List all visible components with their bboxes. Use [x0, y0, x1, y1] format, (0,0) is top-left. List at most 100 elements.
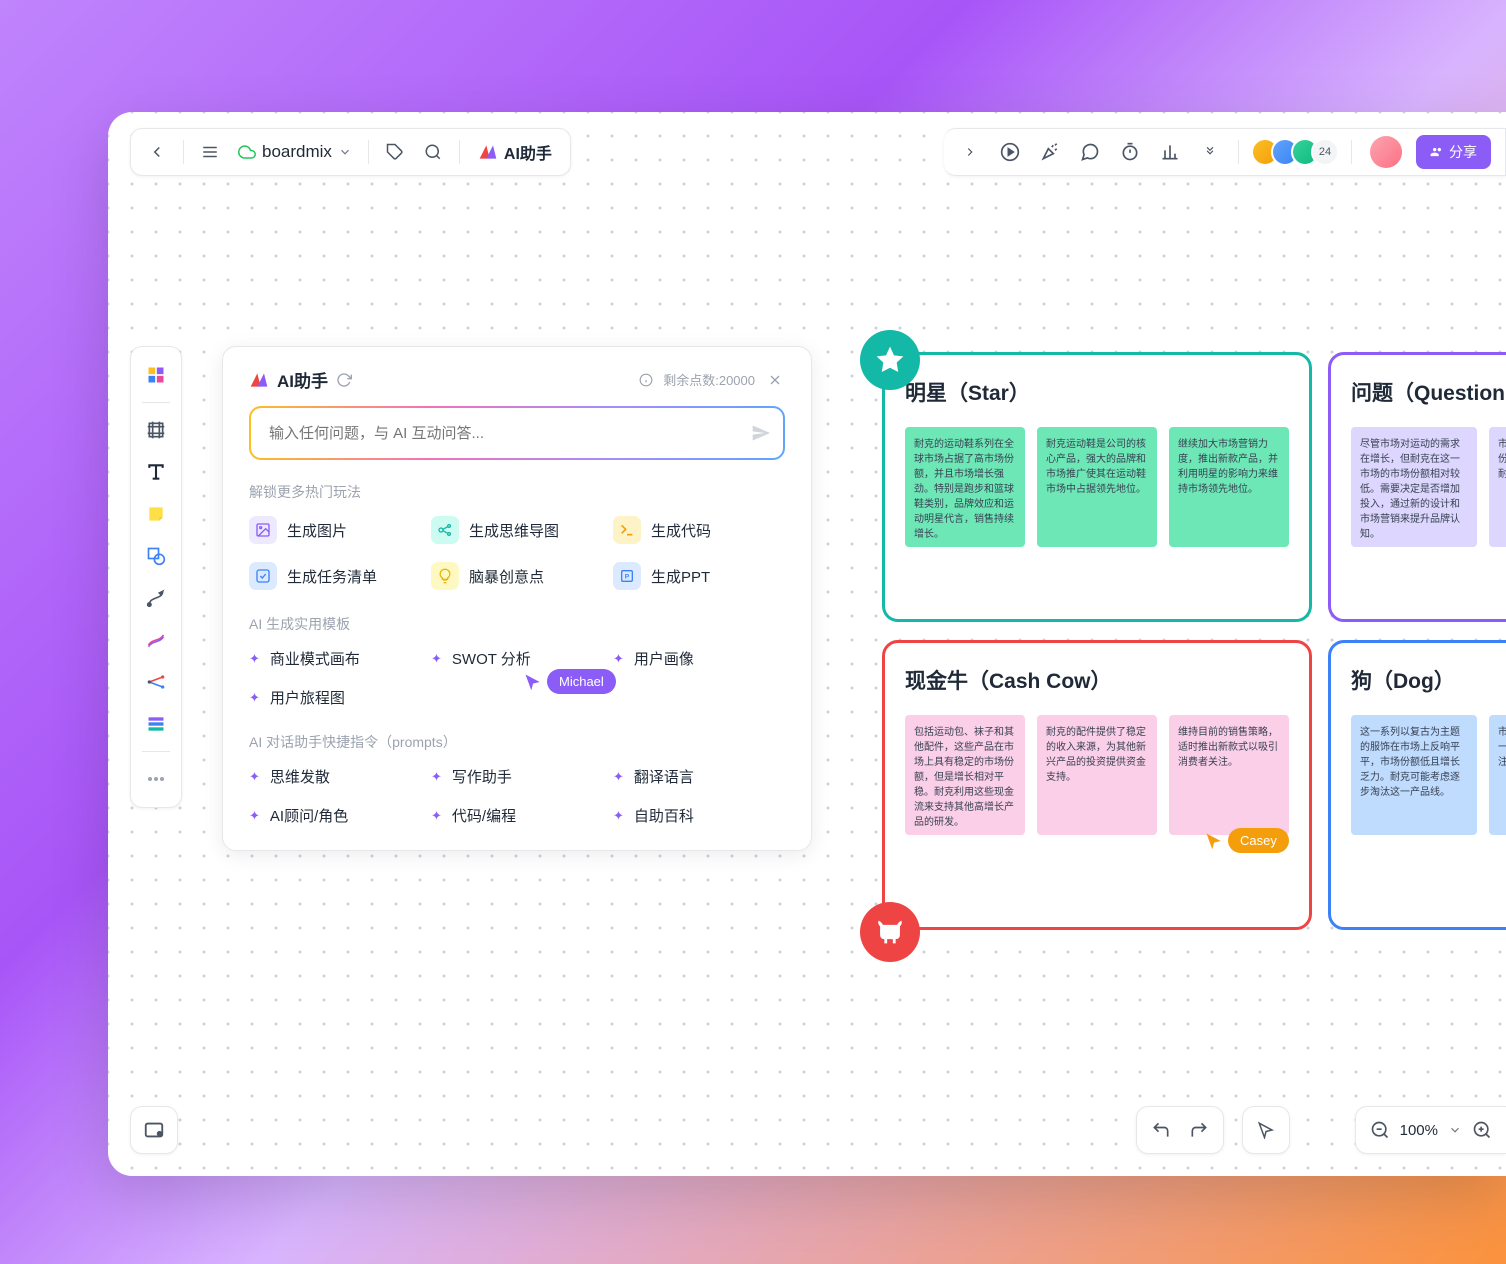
cursor-arrow-icon: [523, 672, 543, 692]
share-button[interactable]: 分享: [1416, 135, 1491, 169]
chevron-down-icon[interactable]: [1448, 1123, 1462, 1137]
quadrant-title: 问题（Question Mark）: [1351, 377, 1506, 407]
quadrant-dog[interactable]: 狗（Dog） 这一系列以复古为主题的服饰在市场上反响平平，市场份额低且增长乏力。…: [1328, 640, 1506, 930]
menu-button[interactable]: [194, 136, 226, 168]
cow-badge-icon: [860, 902, 920, 962]
share-icon: [1430, 145, 1444, 159]
ai-assistant-panel: AI助手 剩余点数:20000 解锁更多热门玩法 生成图片 生成思维导图 生成代…: [222, 346, 812, 851]
quadrant-cash-cow[interactable]: 现金牛（Cash Cow） 包括运动包、袜子和其他配件，这些产品在市场上具有稳定…: [882, 640, 1312, 930]
chevron-down-icon: [338, 145, 352, 159]
tool-connector[interactable]: [138, 580, 174, 616]
ai-prompt-wiki[interactable]: ✦自助百科: [613, 805, 785, 826]
star-badge-icon: [860, 330, 920, 390]
sticky-note[interactable]: 耐克的配件提供了稳定的收入来源，为其他新兴产品的投资提供资金支持。: [1037, 715, 1157, 835]
ai-assistant-button[interactable]: AI助手: [470, 140, 560, 164]
tool-text[interactable]: [138, 454, 174, 490]
section-title: AI 对话助手快捷指令（prompts）: [249, 732, 785, 752]
ai-action-generate-image[interactable]: 生成图片: [249, 516, 421, 544]
tool-mindmap[interactable]: [138, 664, 174, 700]
ai-action-brainstorm[interactable]: 脑暴创意点: [431, 562, 603, 590]
refresh-icon[interactable]: [336, 372, 352, 388]
ai-prompt-code[interactable]: ✦代码/编程: [431, 805, 603, 826]
zoom-value[interactable]: 100%: [1400, 1122, 1438, 1139]
cursor-label: Casey: [1228, 828, 1289, 853]
sticky-note[interactable]: 尽管市场对运动的需求在增长，但耐克在这一市场的市场份额相对较低。需要决定是否增加…: [1351, 427, 1477, 547]
expand-button[interactable]: [954, 136, 986, 168]
svg-text:P: P: [625, 574, 630, 581]
back-button[interactable]: [141, 136, 173, 168]
more-tools-button[interactable]: [1194, 136, 1226, 168]
tool-shape[interactable]: [138, 538, 174, 574]
search-button[interactable]: [417, 136, 449, 168]
chart-button[interactable]: [1154, 136, 1186, 168]
celebrate-button[interactable]: [1034, 136, 1066, 168]
comment-button[interactable]: [1074, 136, 1106, 168]
ai-action-mindmap[interactable]: 生成思维导图: [431, 516, 603, 544]
ai-logo-icon: [249, 370, 269, 390]
ai-assistant-label: AI助手: [504, 140, 552, 164]
tool-sticky-note[interactable]: [138, 496, 174, 532]
ai-prompt-translate[interactable]: ✦翻译语言: [613, 766, 785, 787]
quadrant-title: 狗（Dog）: [1351, 665, 1506, 695]
ai-prompt-advisor[interactable]: ✦AI顾问/角色: [249, 805, 421, 826]
close-button[interactable]: [765, 370, 785, 390]
redo-button[interactable]: [1189, 1120, 1209, 1140]
sticky-note[interactable]: 耐克的运动鞋系列在全球市场占据了高市场份额，并且市场增长强劲。特别是跑步和篮球鞋…: [905, 427, 1025, 547]
collaborator-avatars[interactable]: 24: [1251, 138, 1339, 166]
sticky-note[interactable]: 耐克运动鞋是公司的核心产品，强大的品牌和市场推广使其在运动鞋市场中占据领先地位。: [1037, 427, 1157, 547]
tool-frame[interactable]: [138, 412, 174, 448]
play-button[interactable]: [994, 136, 1026, 168]
tool-table[interactable]: [138, 706, 174, 742]
pointer-mode-button[interactable]: [1242, 1106, 1290, 1154]
tool-template[interactable]: [138, 357, 174, 393]
cursor-michael: Michael: [523, 669, 616, 694]
sticky-note[interactable]: 维持目前的销售策略，适时推出新款式以吸引消费者关注。: [1169, 715, 1289, 835]
ai-panel-title: AI助手: [277, 367, 328, 392]
tool-more[interactable]: [138, 761, 174, 797]
left-toolbar: [130, 346, 182, 808]
ai-action-tasklist[interactable]: 生成任务清单: [249, 562, 421, 590]
quadrant-star[interactable]: 明星（Star） 耐克的运动鞋系列在全球市场占据了高市场份额，并且市场增长强劲。…: [882, 352, 1312, 622]
send-button[interactable]: [751, 423, 771, 443]
cloud-icon: [238, 143, 256, 161]
section-title: 解锁更多热门玩法: [249, 482, 785, 502]
points-remaining: 剩余点数:20000: [663, 370, 755, 389]
ai-logo-icon: [478, 142, 498, 162]
undo-redo-bar: [1136, 1106, 1224, 1154]
sticky-note[interactable]: 包括运动包、袜子和其他配件，这些产品在市场上具有稳定的市场份额，但是增长相对平稳…: [905, 715, 1025, 835]
cursor-label: Michael: [547, 669, 616, 694]
ai-template-bmc[interactable]: ✦商业模式画布: [249, 648, 421, 669]
ai-action-code[interactable]: 生成代码: [613, 516, 785, 544]
zoom-out-button[interactable]: [1370, 1120, 1390, 1140]
ai-prompt-input[interactable]: [251, 408, 783, 458]
sticky-note[interactable]: 这一系列以复古为主题的服饰在市场上反响平平，市场份额低且增长乏力。耐克可能考虑逐…: [1351, 715, 1477, 835]
quadrant-title: 现金牛（Cash Cow）: [905, 665, 1289, 695]
info-icon: [639, 373, 653, 387]
brand-dropdown[interactable]: boardmix: [232, 142, 358, 162]
tool-pen[interactable]: [138, 622, 174, 658]
undo-button[interactable]: [1151, 1120, 1171, 1140]
quadrant-title: 明星（Star）: [905, 377, 1289, 407]
share-label: 分享: [1449, 142, 1477, 162]
zoom-in-button[interactable]: [1472, 1120, 1492, 1140]
quadrant-question[interactable]: 问题（Question Mark） 尽管市场对运动的需求在增长，但耐克在这一市场…: [1328, 352, 1506, 622]
ai-template-persona[interactable]: ✦用户画像: [613, 648, 785, 669]
zoom-bar: 100%: [1355, 1106, 1506, 1154]
ai-prompt-writing[interactable]: ✦写作助手: [431, 766, 603, 787]
tag-button[interactable]: [379, 136, 411, 168]
cursor-casey: Casey: [1204, 828, 1289, 853]
sticky-note[interactable]: 市场在增长，但耐克的份额和其它对手相比，耐克需要提升品牌。: [1489, 427, 1506, 547]
ai-template-journey[interactable]: ✦用户旅程图: [249, 687, 421, 708]
app-window: boardmix AI助手 24 分享: [108, 112, 1506, 1176]
timer-button[interactable]: [1114, 136, 1146, 168]
ai-action-ppt[interactable]: P生成PPT: [613, 562, 785, 590]
current-user-avatar[interactable]: [1370, 136, 1402, 168]
avatar-count: 24: [1311, 138, 1339, 166]
ai-prompt-diverge[interactable]: ✦思维发散: [249, 766, 421, 787]
topbar-right: 24 分享: [944, 128, 1506, 176]
bottom-left-button[interactable]: [130, 1106, 178, 1154]
sticky-note[interactable]: 继续加大市场营销力度，推出新款产品，并利用明星的影响力来维持市场领先地位。: [1169, 427, 1289, 547]
sticky-note[interactable]: 市场在萎缩，份额的进一步丧失，耐克应该关注这一产品线。: [1489, 715, 1506, 835]
topbar-left: boardmix AI助手: [130, 128, 571, 176]
ai-template-swot[interactable]: ✦SWOT 分析: [431, 648, 603, 669]
